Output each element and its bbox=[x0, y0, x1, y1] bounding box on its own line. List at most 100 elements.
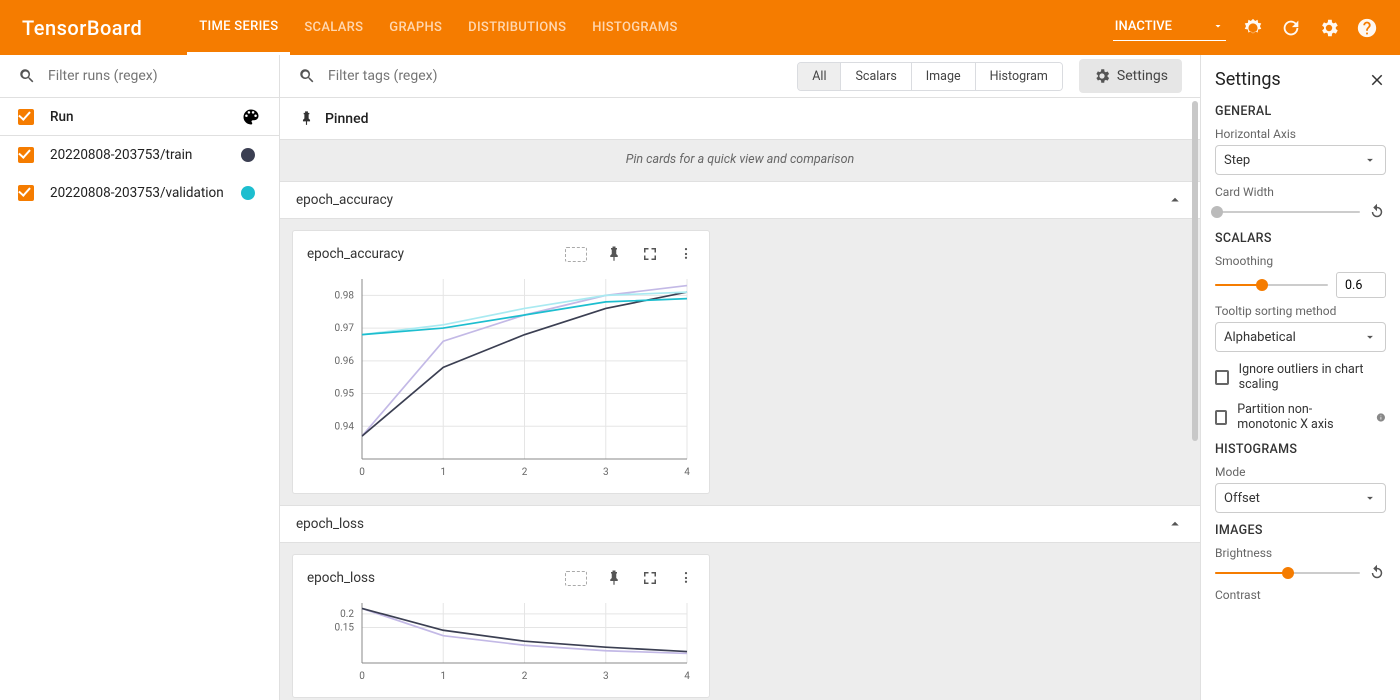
svg-text:0.96: 0.96 bbox=[335, 356, 355, 367]
tab-graphs[interactable]: GRAPHS bbox=[377, 0, 454, 55]
brightness-icon[interactable] bbox=[1242, 17, 1264, 39]
run-label: 20220808-203753/train bbox=[50, 147, 241, 163]
smoothing-label: Smoothing bbox=[1215, 254, 1386, 268]
svg-text:0.97: 0.97 bbox=[335, 323, 355, 334]
mode-selector[interactable]: INACTIVE bbox=[1113, 15, 1226, 41]
ignore-outliers-label: Ignore outliers in chart scaling bbox=[1239, 362, 1386, 392]
smoothing-slider[interactable] bbox=[1215, 278, 1328, 292]
tooltip-sorting-value: Alphabetical bbox=[1224, 330, 1296, 345]
tooltip-sorting-select[interactable]: Alphabetical bbox=[1215, 322, 1386, 352]
mode-select[interactable]: Offset bbox=[1215, 483, 1386, 513]
section-title: epoch_accuracy bbox=[296, 192, 393, 208]
section-header[interactable]: epoch_accuracy bbox=[280, 181, 1200, 219]
fit-domain-icon[interactable] bbox=[565, 247, 587, 262]
chevron-down-icon bbox=[1363, 330, 1377, 344]
more-icon[interactable] bbox=[677, 245, 695, 263]
svg-text:0.15: 0.15 bbox=[335, 623, 355, 634]
run-color-dot bbox=[241, 186, 255, 200]
close-icon[interactable] bbox=[1368, 71, 1386, 89]
smoothing-value-input[interactable] bbox=[1336, 272, 1386, 298]
card-title: epoch_accuracy bbox=[307, 246, 404, 262]
chevron-up-icon bbox=[1166, 191, 1184, 209]
card-title: epoch_loss bbox=[307, 570, 375, 586]
settings-section-scalars: SCALARS bbox=[1215, 231, 1386, 246]
settings-panel-title: Settings bbox=[1215, 69, 1281, 90]
settings-section-histograms: HISTOGRAMS bbox=[1215, 442, 1386, 457]
settings-button[interactable]: Settings bbox=[1079, 59, 1182, 93]
svg-text:0.2: 0.2 bbox=[340, 609, 354, 620]
segment-all[interactable]: All bbox=[798, 63, 841, 90]
svg-text:2: 2 bbox=[522, 671, 528, 682]
segment-image[interactable]: Image bbox=[912, 63, 976, 90]
svg-text:0: 0 bbox=[359, 671, 365, 682]
refresh-icon[interactable] bbox=[1280, 17, 1302, 39]
mode-selector-label: INACTIVE bbox=[1115, 19, 1172, 34]
run-row[interactable]: 20220808-203753/validation bbox=[0, 174, 279, 212]
chevron-down-icon bbox=[1363, 153, 1377, 167]
more-icon[interactable] bbox=[677, 569, 695, 587]
search-icon bbox=[298, 67, 316, 85]
horizontal-axis-value: Step bbox=[1224, 153, 1250, 168]
settings-button-label: Settings bbox=[1117, 68, 1168, 84]
help-icon[interactable] bbox=[1356, 17, 1378, 39]
palette-icon[interactable] bbox=[241, 107, 261, 127]
reset-icon[interactable] bbox=[1368, 564, 1386, 582]
card-width-label: Card Width bbox=[1215, 185, 1386, 199]
svg-text:0.95: 0.95 bbox=[335, 389, 355, 400]
chevron-up-icon bbox=[1166, 515, 1184, 533]
svg-text:0.98: 0.98 bbox=[335, 290, 355, 301]
mode-value: Offset bbox=[1224, 491, 1260, 506]
tab-distributions[interactable]: DISTRIBUTIONS bbox=[456, 0, 578, 55]
scrollbar[interactable] bbox=[1192, 101, 1198, 441]
settings-section-general: GENERAL bbox=[1215, 104, 1386, 119]
svg-text:4: 4 bbox=[684, 671, 690, 682]
brightness-slider[interactable] bbox=[1215, 566, 1360, 580]
svg-text:0: 0 bbox=[359, 467, 365, 478]
run-row[interactable]: 20220808-203753/train bbox=[0, 136, 279, 174]
mode-label: Mode bbox=[1215, 465, 1386, 479]
info-icon bbox=[1376, 411, 1386, 424]
checkbox[interactable] bbox=[18, 147, 34, 163]
card-width-slider[interactable] bbox=[1215, 205, 1360, 219]
gear-icon bbox=[1093, 67, 1111, 85]
pinned-header[interactable]: Pinned bbox=[280, 98, 1200, 140]
svg-text:3: 3 bbox=[603, 467, 609, 478]
horizontal-axis-select[interactable]: Step bbox=[1215, 145, 1386, 175]
nav-tabs: TIME SERIESSCALARSGRAPHSDISTRIBUTIONSHIS… bbox=[187, 0, 691, 55]
segment-scalars[interactable]: Scalars bbox=[841, 63, 911, 90]
search-icon bbox=[18, 67, 36, 85]
fullscreen-icon[interactable] bbox=[641, 245, 659, 263]
checkbox[interactable] bbox=[18, 185, 34, 201]
fit-domain-icon[interactable] bbox=[565, 571, 587, 586]
svg-text:1: 1 bbox=[440, 671, 446, 682]
runs-filter-input[interactable] bbox=[48, 68, 228, 84]
tooltip-sorting-label: Tooltip sorting method bbox=[1215, 304, 1386, 318]
tab-histograms[interactable]: HISTOGRAMS bbox=[580, 0, 689, 55]
tab-scalars[interactable]: SCALARS bbox=[292, 0, 375, 55]
fullscreen-icon[interactable] bbox=[641, 569, 659, 587]
partition-x-checkbox[interactable]: Partition non-monotonic X axis bbox=[1215, 402, 1386, 432]
pin-icon[interactable] bbox=[605, 245, 623, 263]
ignore-outliers-checkbox[interactable]: Ignore outliers in chart scaling bbox=[1215, 362, 1386, 392]
section-header[interactable]: epoch_loss bbox=[280, 505, 1200, 543]
settings-section-images: IMAGES bbox=[1215, 523, 1386, 538]
content-toolbar: AllScalarsImageHistogram Settings bbox=[280, 55, 1200, 98]
svg-text:1: 1 bbox=[440, 467, 446, 478]
pin-icon[interactable] bbox=[605, 569, 623, 587]
settings-panel: Settings GENERAL Horizontal Axis Step Ca… bbox=[1200, 55, 1400, 700]
reset-icon[interactable] bbox=[1368, 203, 1386, 221]
tab-time-series[interactable]: TIME SERIES bbox=[187, 0, 290, 55]
brightness-label: Brightness bbox=[1215, 546, 1386, 560]
run-color-dot bbox=[241, 148, 255, 162]
runs-header-row[interactable]: Run bbox=[0, 98, 279, 136]
app-logo: TensorBoard bbox=[22, 16, 142, 40]
segment-histogram[interactable]: Histogram bbox=[976, 63, 1062, 90]
runs-sidebar: Run 20220808-203753/train 20220808-203753… bbox=[0, 55, 280, 700]
pinned-title: Pinned bbox=[325, 111, 368, 127]
chart-card: epoch_accuracy012340.940.950.960.970.98 bbox=[292, 230, 710, 494]
chart-card: epoch_loss012340.150.2 bbox=[292, 554, 710, 698]
tags-filter-input[interactable] bbox=[328, 68, 728, 84]
gear-icon[interactable] bbox=[1318, 17, 1340, 39]
checkbox-all[interactable] bbox=[18, 109, 34, 125]
run-label: 20220808-203753/validation bbox=[50, 185, 241, 201]
